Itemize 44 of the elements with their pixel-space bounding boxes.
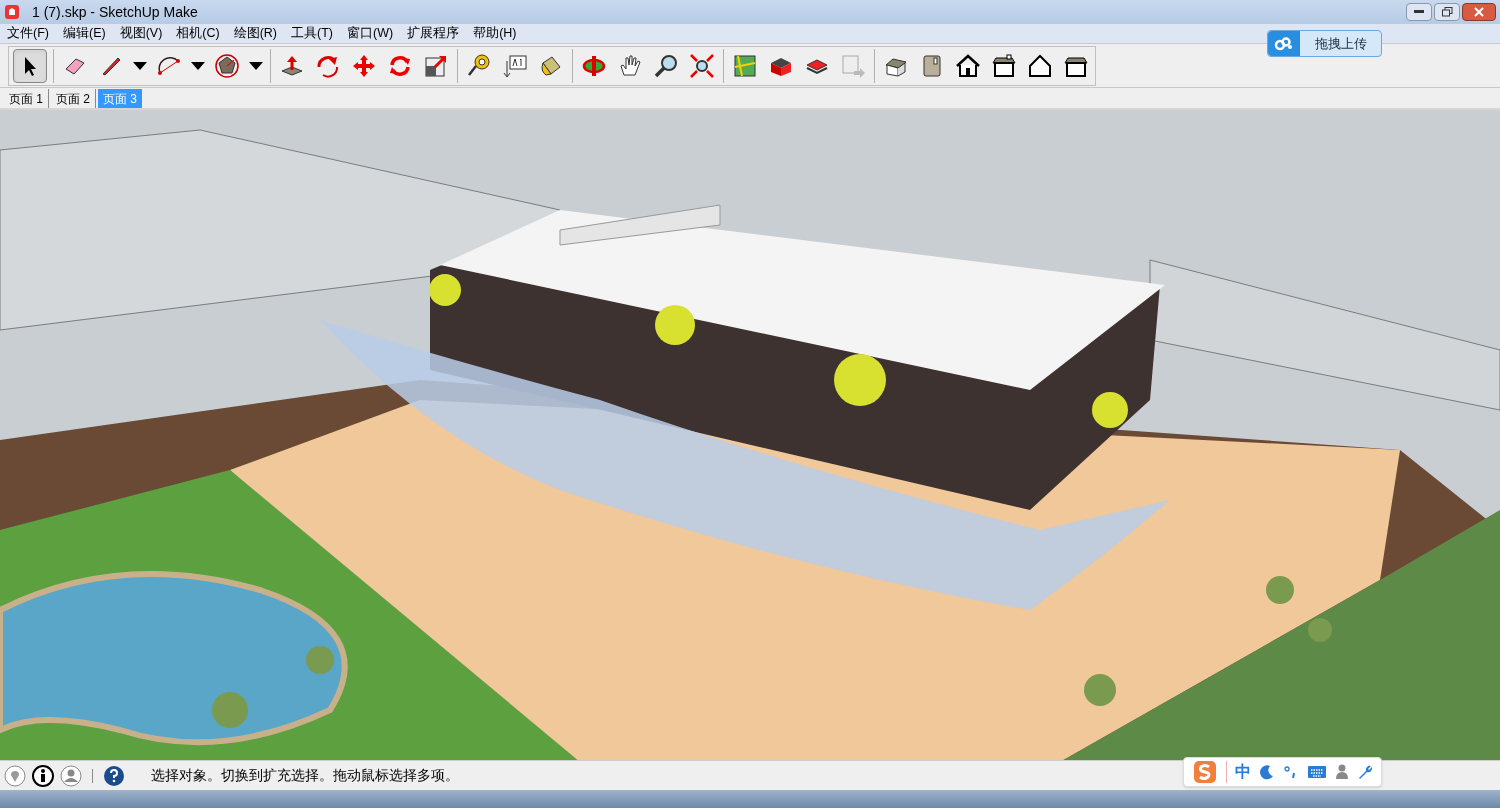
- minimize-button[interactable]: [1406, 3, 1432, 21]
- location-pin-icon[interactable]: [4, 764, 26, 787]
- menu-item[interactable]: 工具(T): [284, 24, 340, 43]
- toolbar-button[interactable]: [13, 48, 47, 83]
- restore-icon: [1441, 7, 1453, 17]
- text-label-icon: [502, 52, 528, 79]
- house-door-icon: [955, 52, 981, 79]
- input-mode-label[interactable]: 中: [1235, 760, 1251, 784]
- menu-item[interactable]: 帮助(H): [466, 24, 524, 43]
- status-text: 选择对象。切换到扩充选择。拖动鼠标选择多项。: [151, 766, 459, 785]
- keyboard-icon[interactable]: [1307, 764, 1327, 780]
- caret-icon: [191, 61, 205, 70]
- menu-item[interactable]: 文件(F): [0, 24, 56, 43]
- menu-item[interactable]: 相机(C): [169, 24, 227, 43]
- menu-item[interactable]: 编辑(E): [55, 24, 113, 43]
- s-logo-icon: [1192, 760, 1218, 784]
- restore-button[interactable]: [1434, 3, 1460, 21]
- magnifier-icon: [653, 52, 679, 79]
- upload-button[interactable]: 拖拽上传: [1267, 30, 1382, 57]
- polygon-icon: [214, 52, 240, 79]
- menu-item[interactable]: 扩展程序: [400, 24, 467, 43]
- menu-item[interactable]: 绘图(R): [226, 24, 285, 43]
- info-icon[interactable]: [32, 764, 54, 787]
- close-icon: [1474, 7, 1484, 17]
- export-icon: [840, 52, 866, 79]
- house-icon: [991, 52, 1017, 79]
- user-icon[interactable]: [1335, 764, 1349, 780]
- menu-item[interactable]: 窗口(W): [340, 24, 401, 43]
- close-button[interactable]: [1462, 3, 1496, 21]
- minimize-icon: [1414, 10, 1424, 14]
- app-logo-icon: [4, 4, 20, 20]
- cloud-icon: [1268, 31, 1300, 56]
- caret-icon: [133, 61, 147, 70]
- moon-icon[interactable]: [1259, 764, 1275, 780]
- wrench-icon[interactable]: [1357, 764, 1373, 780]
- help-icon[interactable]: [103, 764, 125, 787]
- user-icon[interactable]: [60, 764, 82, 787]
- menu-item[interactable]: 视图(V): [112, 24, 170, 43]
- zoom-extents-icon: [689, 52, 715, 79]
- window-title-text: 1 (7).skp - SketchUp Make: [32, 2, 198, 22]
- hand-icon: [617, 52, 643, 79]
- map-icon: [732, 52, 758, 79]
- house-outline-icon: [1027, 52, 1053, 79]
- caret-icon: [249, 61, 263, 70]
